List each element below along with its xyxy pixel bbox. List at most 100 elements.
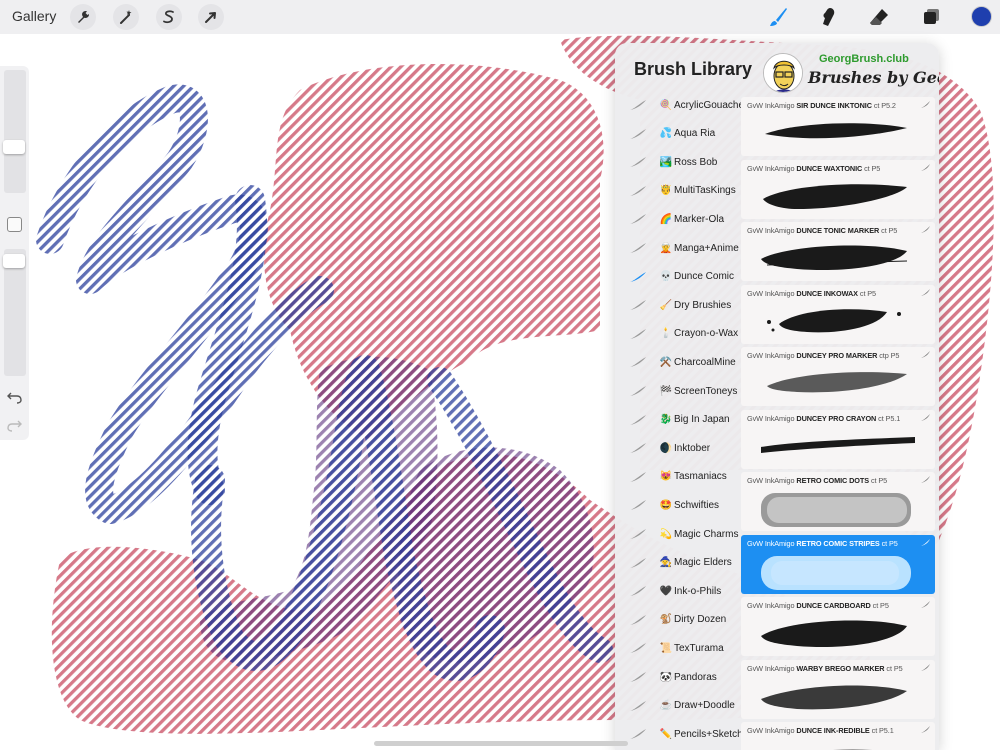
- brush-set-item[interactable]: 🕯️ Crayon-o-Wax: [615, 320, 739, 348]
- brush-name-tag: ct P5: [872, 601, 889, 610]
- brush-set-label: Magic Elders: [674, 557, 732, 569]
- brush-set-item[interactable]: 🌒 Inktober: [615, 434, 739, 462]
- brush-set-emoji-icon: 🖤: [659, 585, 673, 597]
- brush-card[interactable]: GvW InkAmigo RETRO COMIC STRIPES ct P5: [741, 534, 935, 594]
- brush-set-item[interactable]: ☕ Draw+Doodle: [615, 692, 739, 720]
- brush-name: GvW InkAmigo DUNCE INKOWAX ct P5: [747, 289, 876, 298]
- smudge-finger-icon: [823, 8, 835, 26]
- brush-set-item[interactable]: 🐉 Big In Japan: [615, 406, 739, 434]
- brush-name-prefix: GvW InkAmigo: [747, 351, 795, 360]
- actions-wrench-button[interactable]: [70, 4, 96, 30]
- brush-set-item[interactable]: 💫 Magic Charms: [615, 520, 739, 548]
- brush-set-item[interactable]: 🍭 AcrylicGouache: [615, 91, 744, 119]
- adjustments-button[interactable]: [113, 4, 139, 30]
- brush-card[interactable]: GvW InkAmigo WARBY BREGO MARKER ct P5: [741, 659, 935, 719]
- brush-size-slider[interactable]: [4, 70, 26, 193]
- brush-set-stroke-icon: [630, 271, 646, 282]
- modify-button[interactable]: [7, 217, 22, 232]
- selection-button[interactable]: [156, 4, 182, 30]
- brush-set-item[interactable]: 🐒 Dirty Dozen: [615, 606, 739, 634]
- brush-set-emoji-icon: 🏞️: [659, 156, 673, 168]
- brush-name-tag: ct P5: [886, 663, 903, 673]
- undo-icon[interactable]: [6, 388, 23, 405]
- current-color-swatch[interactable]: [971, 6, 992, 27]
- brush-set-item[interactable]: 💀 Dunce Comic: [615, 263, 739, 291]
- brush-card[interactable]: GvW InkAmigo DUNCE INK-REDIBLE ct P5.1: [741, 722, 935, 750]
- brush-set-item[interactable]: 🧹 Dry Brushies: [615, 291, 739, 319]
- brush-set-emoji-icon: ☕: [659, 700, 673, 712]
- brush-set-stroke-icon: [630, 557, 646, 568]
- brush-set-item[interactable]: 🖤 Ink-o-Phils: [615, 577, 739, 605]
- brush-card[interactable]: GvW InkAmigo SIR DUNCE INKTONIC ct P5.2: [741, 97, 935, 156]
- brush-set-emoji-icon: 🧹: [659, 299, 673, 311]
- brush-set-item[interactable]: 📜 TexTurama: [615, 634, 739, 662]
- opacity-thumb[interactable]: [3, 254, 25, 268]
- brush-set-item[interactable]: 🐼 Pandoras: [615, 663, 739, 691]
- brush-name-prefix: GvW InkAmigo: [747, 538, 795, 548]
- brush-set-stroke-icon: [630, 529, 646, 539]
- brush-stroke-preview: [761, 245, 908, 271]
- brush-card[interactable]: GvW InkAmigo DUNCE INKOWAX ct P5: [741, 284, 935, 344]
- home-indicator[interactable]: [374, 741, 628, 746]
- eraser-tool[interactable]: [866, 4, 892, 30]
- transform-button[interactable]: [198, 4, 224, 30]
- brush-set-label: Dunce Comic: [674, 271, 735, 283]
- brush-card[interactable]: GvW InkAmigo DUNCEY PRO CRAYON ct P5.1: [741, 409, 935, 469]
- brush-card[interactable]: GvW InkAmigo DUNCEY PRO MARKER ctp P5: [741, 347, 935, 406]
- brush-set-stroke-icon: [630, 243, 646, 253]
- brush-name: GvW InkAmigo WARBY BREGO MARKER ct P5: [747, 664, 903, 673]
- opacity-slider[interactable]: [4, 249, 26, 376]
- brush-set-item[interactable]: 🤴 MultiTasKings: [615, 177, 739, 205]
- promo-site-label: GeorgBrush.club: [819, 53, 909, 65]
- promo-banner[interactable]: GeorgBrush.club Brushes by Georg: [763, 51, 939, 97]
- brush-set-emoji-icon: 🕯️: [659, 328, 673, 340]
- left-sidebar: [0, 66, 29, 440]
- brushes-list: GvW InkAmigo SIR DUNCE INKTONIC ct P5.2 G…: [741, 97, 935, 750]
- brush-set-stroke-icon: [630, 443, 646, 454]
- redo-icon[interactable]: [6, 416, 23, 433]
- brush-name-prefix: GvW InkAmigo: [747, 163, 795, 173]
- brush-set-emoji-icon: 🤴: [659, 185, 673, 197]
- brush-set-stroke-icon: [630, 471, 646, 482]
- brush-set-label: Ross Bob: [674, 156, 718, 168]
- procreate-app: Gallery Brush Library GeorgBrush.club Br…: [0, 0, 1000, 750]
- brush-set-emoji-icon: 🧝: [659, 242, 673, 254]
- brush-name-tag: ct P5: [859, 288, 877, 298]
- brush-set-item[interactable]: ⚒️ CharcoalMine: [615, 348, 739, 376]
- brush-set-item[interactable]: 🌈 Marker-Ola: [615, 205, 739, 233]
- brush-set-item[interactable]: 🏞️ Ross Bob: [615, 148, 739, 176]
- brush-size-thumb[interactable]: [3, 140, 25, 154]
- layers-tool[interactable]: [918, 4, 944, 30]
- brush-stroke-preview: [761, 436, 915, 453]
- brush-name-main: SIR DUNCE INKTONIC: [796, 101, 872, 110]
- brush-set-stroke-icon: [630, 586, 646, 597]
- brush-card[interactable]: GvW InkAmigo DUNCE CARDBOARD ct P5: [741, 597, 935, 656]
- brush-set-emoji-icon: 🐼: [659, 671, 673, 683]
- brush-name: GvW InkAmigo DUNCEY PRO MARKER ctp P5: [747, 351, 899, 360]
- brush-set-item[interactable]: ✏️ Pencils+Sketch: [615, 720, 743, 748]
- brush-set-label: CharcoalMine: [674, 356, 736, 368]
- brush-set-stroke-icon: [630, 157, 646, 168]
- paint-brush-tool[interactable]: [765, 4, 791, 30]
- brush-sets-list: 🍭 AcrylicGouache 💦 Aqua Ria 🏞️ Ross Bob 🤴 Multi…: [615, 91, 744, 750]
- brush-card[interactable]: GvW InkAmigo DUNCE TONIC MARKER ct P5: [741, 222, 935, 281]
- brush-library-panel: Brush Library GeorgBrush.club Brushes by…: [615, 43, 939, 750]
- brush-set-label: ScreenToneys: [674, 385, 738, 397]
- brush-name-tag: ctp P5: [879, 351, 900, 360]
- brush-set-item[interactable]: 🏁 ScreenToneys: [615, 377, 739, 405]
- brush-card[interactable]: GvW InkAmigo RETRO COMIC DOTS ct P5: [741, 472, 935, 531]
- brush-set-item[interactable]: 😻 Tasmaniacs: [615, 463, 739, 491]
- brush-name: GvW InkAmigo SIR DUNCE INKTONIC ct P5.2: [747, 101, 896, 110]
- brush-set-item[interactable]: 🧙 Magic Elders: [615, 549, 739, 577]
- brush-card[interactable]: GvW InkAmigo DUNCE WAXTONIC ct P5: [741, 159, 935, 219]
- brush-set-label: Ink-o-Phils: [674, 585, 722, 597]
- brush-set-item[interactable]: 🤩 Schwifties: [615, 491, 739, 519]
- brush-set-label: Aqua Ria: [674, 128, 716, 140]
- brush-name-main: RETRO COMIC DOTS: [796, 476, 869, 485]
- brush-name-main: DUNCE INKOWAX: [796, 288, 858, 298]
- smudge-tool[interactable]: [815, 4, 841, 30]
- brush-set-emoji-icon: 🧙: [659, 557, 673, 569]
- gallery-button[interactable]: Gallery: [12, 8, 56, 24]
- brush-set-item[interactable]: 💦 Aqua Ria: [615, 120, 739, 148]
- brush-set-item[interactable]: 🧝 Manga+Anime: [615, 234, 739, 262]
